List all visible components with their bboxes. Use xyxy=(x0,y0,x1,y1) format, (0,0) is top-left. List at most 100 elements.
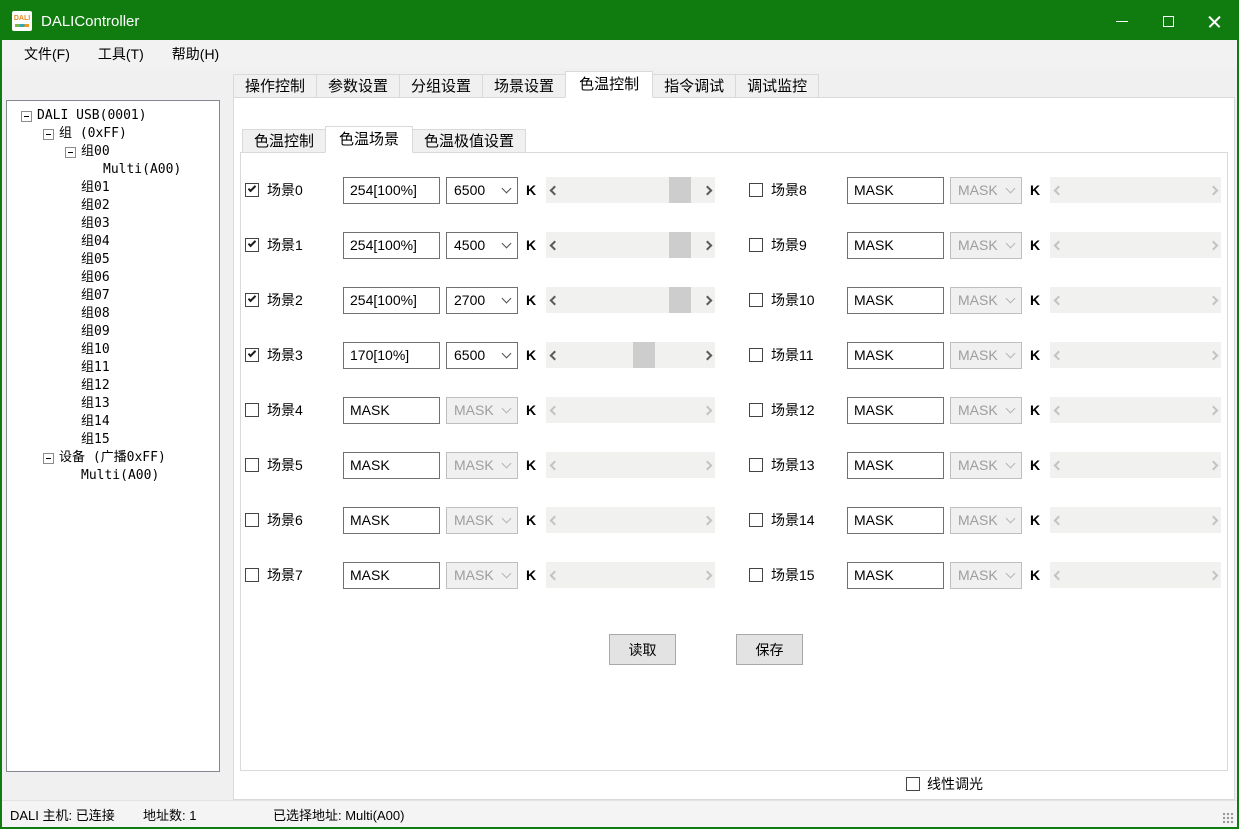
colortemp-scrollbar[interactable] xyxy=(1050,287,1221,313)
scrollbar-right-button[interactable] xyxy=(1205,507,1221,533)
scrollbar-left-button[interactable] xyxy=(1050,177,1066,203)
scene-colortemp-select[interactable]: 2700 xyxy=(446,287,518,314)
collapse-icon[interactable] xyxy=(65,147,76,158)
scrollbar-track[interactable] xyxy=(1066,562,1205,588)
scrollbar-left-button[interactable] xyxy=(1050,342,1066,368)
tree-item[interactable]: 组07 xyxy=(7,287,219,305)
tree-item[interactable]: 组10 xyxy=(7,341,219,359)
colortemp-scrollbar[interactable] xyxy=(546,507,715,533)
scene-colortemp-select[interactable]: 4500 xyxy=(446,232,518,259)
scene-enable-checkbox[interactable]: 场景14 xyxy=(749,510,847,530)
tab-debug-monitor[interactable]: 调试监控 xyxy=(735,74,819,98)
scrollbar-track[interactable] xyxy=(1066,232,1205,258)
scene-level-input[interactable] xyxy=(343,177,440,204)
scrollbar-left-button[interactable] xyxy=(546,342,562,368)
colortemp-scrollbar[interactable] xyxy=(1050,452,1221,478)
scene-colortemp-select[interactable]: MASK xyxy=(446,452,518,479)
scrollbar-left-button[interactable] xyxy=(546,232,562,258)
save-button[interactable]: 保存 xyxy=(736,634,803,665)
scene-enable-checkbox[interactable]: 场景8 xyxy=(749,180,847,200)
device-tree[interactable]: DALI USB(0001)组 (0xFF)组00Multi(A00)组01组0… xyxy=(6,100,220,772)
scrollbar-right-button[interactable] xyxy=(699,342,715,368)
scene-colortemp-select[interactable]: MASK xyxy=(950,177,1022,204)
scrollbar-right-button[interactable] xyxy=(699,177,715,203)
scrollbar-right-button[interactable] xyxy=(1205,562,1221,588)
scene-colortemp-select[interactable]: MASK xyxy=(950,287,1022,314)
colortemp-scrollbar[interactable] xyxy=(546,452,715,478)
scene-level-input[interactable] xyxy=(343,507,440,534)
scene-level-input[interactable] xyxy=(847,397,944,424)
scene-colortemp-select[interactable]: MASK xyxy=(446,507,518,534)
scene-colortemp-select[interactable]: MASK xyxy=(950,232,1022,259)
scene-enable-checkbox[interactable]: 场景1 xyxy=(245,235,343,255)
scrollbar-left-button[interactable] xyxy=(546,397,562,423)
tree-item[interactable]: 设备 (广播0xFF) xyxy=(7,449,219,467)
subtab-color-temp-control[interactable]: 色温控制 xyxy=(242,129,326,153)
scrollbar-left-button[interactable] xyxy=(1050,232,1066,258)
scene-level-input[interactable] xyxy=(343,342,440,369)
menu-tools[interactable]: 工具(T) xyxy=(84,39,158,69)
scrollbar-track[interactable] xyxy=(562,177,699,203)
scene-enable-checkbox[interactable]: 场景0 xyxy=(245,180,343,200)
colortemp-scrollbar[interactable] xyxy=(546,397,715,423)
tree-item[interactable]: 组11 xyxy=(7,359,219,377)
scrollbar-right-button[interactable] xyxy=(1205,232,1221,258)
scroll-thumb-handle[interactable] xyxy=(669,232,691,258)
scrollbar-left-button[interactable] xyxy=(1050,452,1066,478)
scrollbar-track[interactable] xyxy=(562,342,699,368)
scrollbar-track[interactable] xyxy=(562,287,699,313)
colortemp-scrollbar[interactable] xyxy=(1050,562,1221,588)
colortemp-scrollbar[interactable] xyxy=(1050,397,1221,423)
scrollbar-left-button[interactable] xyxy=(1050,562,1066,588)
read-button[interactable]: 读取 xyxy=(609,634,676,665)
scrollbar-right-button[interactable] xyxy=(1205,452,1221,478)
tab-operation-control[interactable]: 操作控制 xyxy=(233,74,317,98)
colortemp-scrollbar[interactable] xyxy=(546,342,715,368)
tree-item[interactable]: 组13 xyxy=(7,395,219,413)
subtab-color-temp-scene[interactable]: 色温场景 xyxy=(325,126,413,153)
scrollbar-right-button[interactable] xyxy=(699,507,715,533)
scrollbar-left-button[interactable] xyxy=(546,452,562,478)
scene-enable-checkbox[interactable]: 场景6 xyxy=(245,510,343,530)
tree-item[interactable]: 组00 xyxy=(7,143,219,161)
scene-enable-checkbox[interactable]: 场景5 xyxy=(245,455,343,475)
menu-file[interactable]: 文件(F) xyxy=(10,39,84,69)
colortemp-scrollbar[interactable] xyxy=(546,232,715,258)
tree-item[interactable]: 组14 xyxy=(7,413,219,431)
scrollbar-left-button[interactable] xyxy=(1050,507,1066,533)
collapse-icon[interactable] xyxy=(21,111,32,122)
linear-dimming-checkbox[interactable]: 线性调光 xyxy=(906,774,983,794)
tree-item[interactable]: 组01 xyxy=(7,179,219,197)
scene-colortemp-select[interactable]: MASK xyxy=(446,562,518,589)
tree-item[interactable]: 组04 xyxy=(7,233,219,251)
scrollbar-right-button[interactable] xyxy=(1205,342,1221,368)
scene-enable-checkbox[interactable]: 场景9 xyxy=(749,235,847,255)
scrollbar-track[interactable] xyxy=(562,507,699,533)
tree-item[interactable]: 组09 xyxy=(7,323,219,341)
scrollbar-track[interactable] xyxy=(1066,507,1205,533)
scene-level-input[interactable] xyxy=(847,507,944,534)
scene-enable-checkbox[interactable]: 场景10 xyxy=(749,290,847,310)
colortemp-scrollbar[interactable] xyxy=(1050,507,1221,533)
scene-level-input[interactable] xyxy=(343,562,440,589)
scrollbar-right-button[interactable] xyxy=(699,287,715,313)
subtab-color-temp-limits[interactable]: 色温极值设置 xyxy=(412,129,526,153)
menu-help[interactable]: 帮助(H) xyxy=(158,39,233,69)
scrollbar-right-button[interactable] xyxy=(699,452,715,478)
scrollbar-track[interactable] xyxy=(1066,287,1205,313)
scene-enable-checkbox[interactable]: 场景4 xyxy=(245,400,343,420)
scene-level-input[interactable] xyxy=(847,287,944,314)
scene-enable-checkbox[interactable]: 场景15 xyxy=(749,565,847,585)
tab-scene-settings[interactable]: 场景设置 xyxy=(482,74,566,98)
collapse-icon[interactable] xyxy=(43,453,54,464)
tree-item[interactable]: 组12 xyxy=(7,377,219,395)
scroll-thumb-handle[interactable] xyxy=(633,342,655,368)
scrollbar-track[interactable] xyxy=(1066,342,1205,368)
tab-grouping-settings[interactable]: 分组设置 xyxy=(399,74,483,98)
tree-item[interactable]: Multi(A00) xyxy=(7,161,219,179)
scrollbar-track[interactable] xyxy=(1066,397,1205,423)
collapse-icon[interactable] xyxy=(43,129,54,140)
scrollbar-track[interactable] xyxy=(562,232,699,258)
tab-color-temp-control[interactable]: 色温控制 xyxy=(565,71,653,98)
scene-level-input[interactable] xyxy=(343,232,440,259)
